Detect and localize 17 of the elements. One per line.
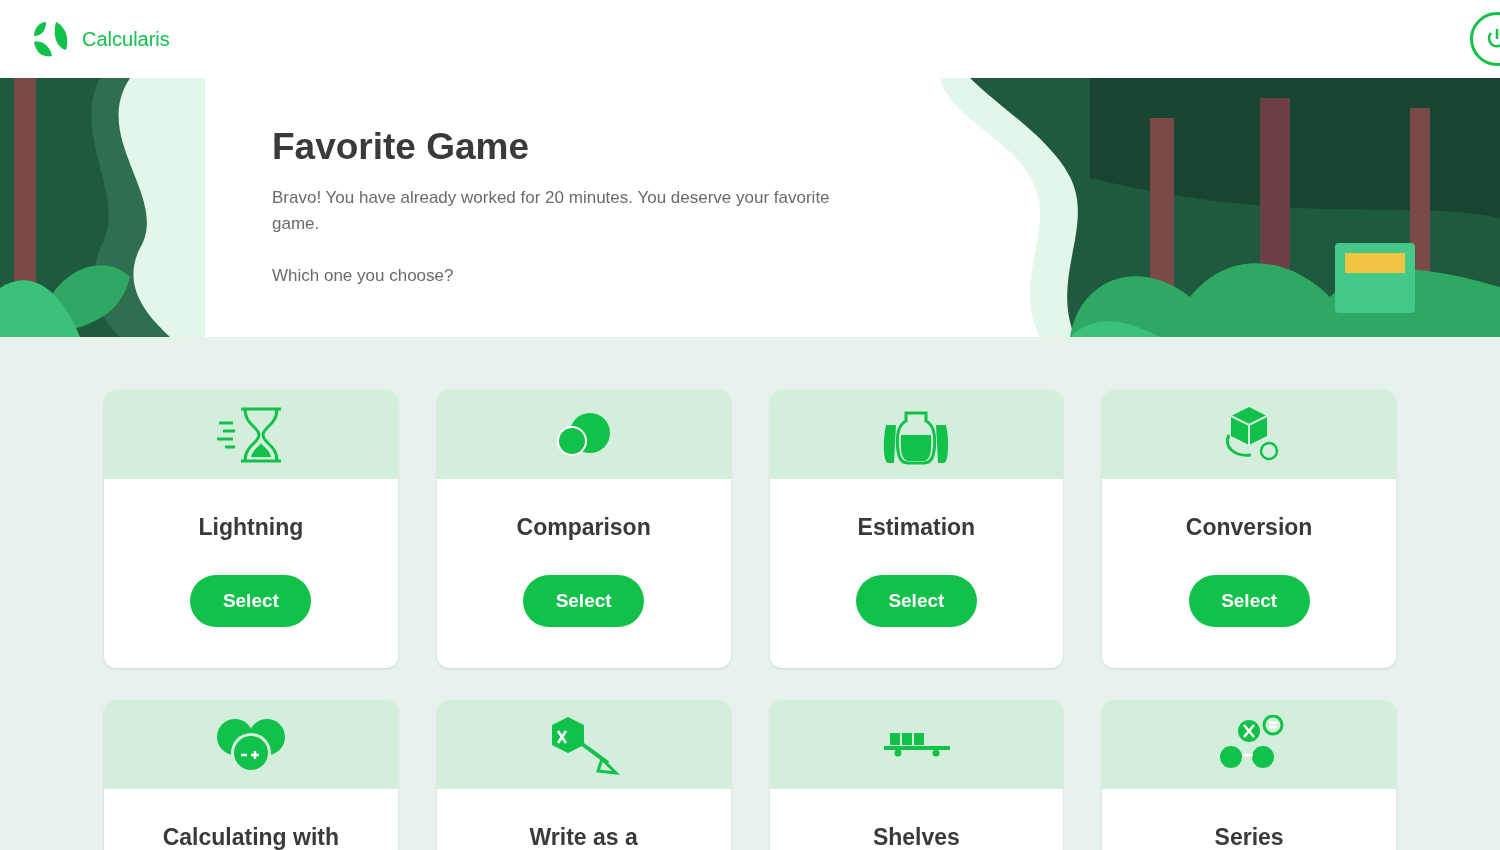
game-title: Series	[1214, 826, 1284, 848]
leaf-logo-icon	[32, 20, 70, 58]
game-title: Shelves	[872, 826, 960, 848]
game-title: Conversion	[1185, 516, 1313, 538]
game-title: Lightning	[198, 516, 304, 538]
select-button[interactable]: Select	[855, 575, 977, 627]
select-button[interactable]: Select	[1188, 575, 1310, 627]
game-title: Estimation	[857, 516, 976, 538]
select-button[interactable]: Select	[523, 575, 645, 627]
select-button[interactable]: Select	[190, 575, 312, 627]
page-title: Favorite Game	[272, 128, 531, 165]
intro-message: Bravo! You have already worked for 20 minutes. You deserve your favorite game.	[272, 187, 831, 235]
intro-question: Which one you choose?	[272, 265, 455, 287]
brand-name: Calcularis	[82, 27, 170, 52]
game-title: Calculating with	[162, 826, 340, 848]
game-title: Write as a	[529, 826, 638, 848]
game-title: Comparison	[516, 516, 651, 538]
